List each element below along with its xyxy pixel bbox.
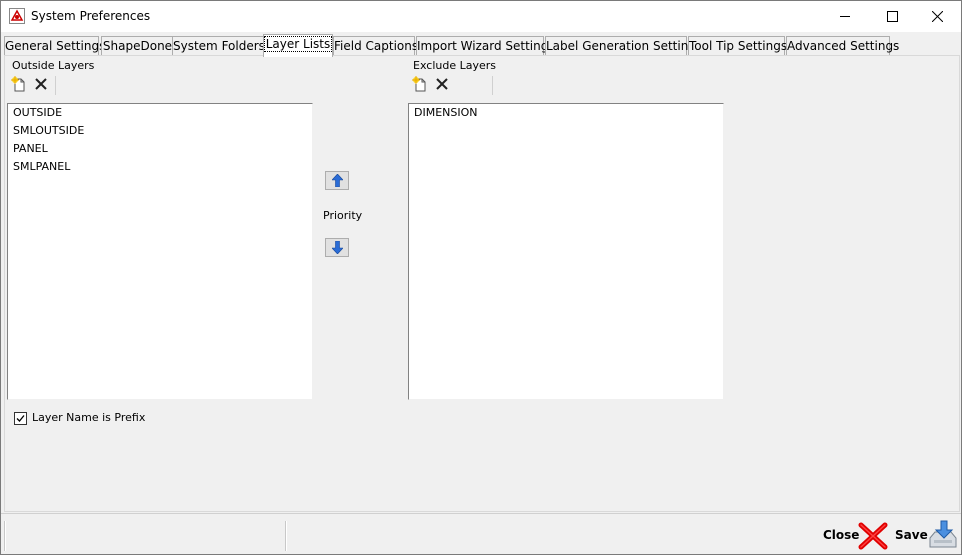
outside-layers-toolbar — [9, 74, 59, 96]
tab-layer-lists[interactable]: Layer Lists — [263, 34, 333, 57]
window-close-button[interactable] — [915, 1, 961, 32]
tab-field-captions[interactable]: Field Captions — [333, 36, 419, 56]
tab-label: Field Captions — [334, 39, 419, 53]
priority-down-button[interactable] — [325, 238, 349, 257]
exclude-layers-list[interactable]: DIMENSION — [408, 103, 724, 400]
save-action-label[interactable]: Save — [895, 528, 928, 542]
arrow-down-icon — [332, 241, 343, 254]
minimize-icon — [840, 16, 850, 17]
tab-tool-tip-settings[interactable]: Tool Tip Settings — [688, 36, 788, 56]
list-item[interactable]: SMLOUTSIDE — [8, 122, 312, 140]
checkmark-icon — [16, 415, 25, 422]
outside-layers-list[interactable]: OUTSIDE SMLOUTSIDE PANEL SMLPANEL — [7, 103, 313, 400]
tab-label-generation-settings[interactable]: Label Generation Settings — [545, 36, 702, 56]
delete-icon[interactable] — [33, 76, 49, 92]
exclude-layers-label: Exclude Layers — [413, 59, 496, 72]
priority-label: Priority — [323, 209, 363, 222]
new-item-icon[interactable] — [11, 76, 27, 92]
title-bar: System Preferences — [1, 1, 961, 32]
status-bar: Close Save — [1, 513, 961, 554]
save-icon[interactable] — [927, 518, 959, 550]
status-separator — [4, 521, 6, 551]
tab-general-settings[interactable]: General Settings — [4, 36, 105, 56]
tab-strip: General Settings ShapeDone System Folder… — [4, 34, 959, 57]
toolbar-separator — [55, 76, 56, 95]
tab-label: Layer Lists — [263, 36, 333, 52]
list-item[interactable]: OUTSIDE — [8, 104, 312, 122]
list-item[interactable]: SMLPANEL — [8, 158, 312, 176]
maximize-icon — [887, 11, 898, 22]
delete-icon[interactable] — [434, 76, 450, 92]
tab-label: Label Generation Settings — [546, 39, 703, 53]
tab-advanced-settings[interactable]: Advanced Settings — [786, 36, 899, 56]
list-item[interactable]: DIMENSION — [409, 104, 723, 122]
prefix-checkbox[interactable] — [14, 412, 27, 425]
arrow-up-icon — [332, 174, 343, 187]
close-icon — [932, 11, 943, 22]
priority-up-button[interactable] — [325, 171, 349, 190]
maximize-button[interactable] — [870, 1, 916, 32]
app-icon — [9, 8, 25, 24]
tab-shapedone[interactable]: ShapeDone — [101, 36, 174, 56]
tab-label: Import Wizard Settings — [417, 39, 555, 53]
tab-label: General Settings — [5, 39, 106, 53]
outside-layers-label: Outside Layers — [12, 59, 95, 72]
window-title: System Preferences — [31, 9, 151, 23]
tab-label: Tool Tip Settings — [689, 39, 788, 53]
tab-label: Advanced Settings — [787, 39, 900, 53]
close-x-icon[interactable] — [858, 522, 888, 550]
list-item[interactable]: PANEL — [8, 140, 312, 158]
exclude-layers-toolbar — [410, 74, 494, 96]
tab-label: System Folders — [173, 39, 265, 53]
tab-label: ShapeDone — [102, 39, 173, 53]
status-separator — [285, 521, 287, 551]
toolbar-separator — [492, 76, 493, 95]
new-item-icon[interactable] — [412, 76, 428, 92]
tab-import-wizard-settings[interactable]: Import Wizard Settings — [416, 36, 555, 56]
prefix-checkbox-label: Layer Name is Prefix — [32, 411, 146, 424]
minimize-button[interactable] — [823, 1, 869, 32]
tab-system-folders[interactable]: System Folders — [172, 36, 265, 56]
close-action-label[interactable]: Close — [823, 528, 859, 542]
system-preferences-window: System Preferences General Settings Shap… — [0, 0, 962, 555]
